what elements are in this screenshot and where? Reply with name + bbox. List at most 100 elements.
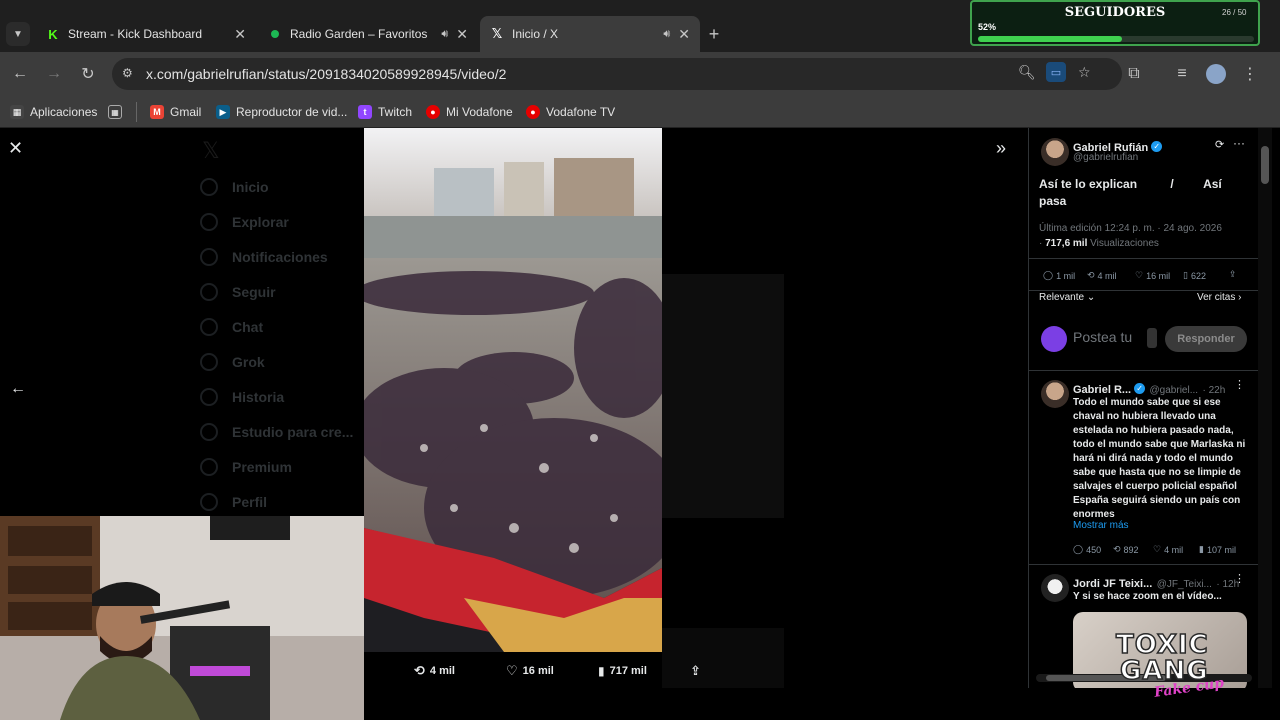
bookmark-video-player[interactable]: ▶ Reproductor de vid... — [216, 102, 347, 122]
close-tab-icon[interactable]: ✕ — [234, 26, 246, 43]
author-avatar[interactable] — [1041, 138, 1069, 166]
bookmark-mi-vodafone[interactable]: ● Mi Vodafone — [426, 102, 513, 122]
scrollbar[interactable] — [1258, 128, 1272, 688]
more-options-icon[interactable]: ⋮ — [1234, 572, 1245, 585]
tab-title: Inicio / X — [512, 27, 559, 41]
views-count: 107 mil — [1206, 544, 1236, 555]
tab-radio-garden[interactable]: Radio Garden – Favoritos 🔊︎ ✕ — [258, 16, 478, 52]
quotes-link[interactable]: Ver citas › — [1197, 292, 1241, 303]
bookmark-button[interactable]: ▯ 622 — [1183, 270, 1206, 281]
tweet-text-line: pasa — [1039, 194, 1067, 208]
reload-icon[interactable]: ↻ — [76, 62, 100, 86]
show-more-link[interactable]: Mostrar más — [1073, 520, 1129, 531]
reply-button[interactable]: ◯ 450 — [1073, 544, 1101, 555]
gif-icon[interactable] — [1147, 328, 1157, 348]
profile-icon — [200, 493, 218, 511]
like-button[interactable]: ♡ 16 mil — [1135, 270, 1170, 281]
profile-avatar-icon[interactable] — [1204, 62, 1228, 86]
bar-chart-icon: ▮ — [598, 664, 605, 678]
tweet-text: Así te lo explican / Así pasa — [1039, 176, 1249, 210]
reply-button[interactable]: Responder — [1165, 326, 1247, 352]
reply-author[interactable]: Jordi JF Teixi... — [1073, 578, 1152, 590]
reply-compose-input[interactable]: Postea tu — [1073, 329, 1132, 345]
share-button[interactable]: ⇪ — [1229, 269, 1237, 280]
bookmark-grid[interactable]: ▦ — [108, 102, 128, 122]
bookmark-vodafone-tv[interactable]: ● Vodafone TV — [526, 102, 615, 122]
chevron-right-icon: › — [1238, 292, 1242, 303]
radio-garden-icon — [268, 27, 282, 41]
more-options-icon[interactable]: ··· — [1233, 136, 1245, 150]
share-button[interactable]: ⇪ — [690, 663, 701, 679]
reply-avatar[interactable] — [1041, 574, 1069, 602]
toxic-gang-logo: TOXIC GANG Fake cup — [1112, 631, 1232, 712]
grok-icon[interactable]: ⟳ — [1215, 138, 1224, 151]
search-icon — [200, 213, 218, 231]
video-player-icon: ▶ — [216, 105, 230, 119]
reply-author[interactable]: Gabriel R... — [1073, 384, 1131, 396]
bookmark-apps[interactable]: ▦ Aplicaciones — [10, 102, 97, 122]
kick-icon: K — [48, 26, 58, 42]
scrollbar-thumb[interactable] — [1261, 146, 1269, 184]
views-button[interactable]: ▮ 107 mil — [1199, 544, 1236, 555]
dimmed-media-preview — [662, 274, 784, 518]
site-info-icon[interactable]: ⚙ — [122, 66, 133, 80]
divider — [1029, 290, 1258, 291]
reply-avatar[interactable] — [1041, 380, 1069, 408]
nav-label: Perfil — [232, 494, 268, 510]
grid-icon: ▦ — [108, 105, 122, 119]
edited-timestamp[interactable]: Última edición 12:24 p. m. · 24 ago. 202… — [1039, 223, 1222, 234]
reply-button[interactable]: ◯ 1 mil — [1043, 270, 1075, 281]
previous-arrow-icon[interactable]: ← — [10, 380, 26, 398]
cast-icon[interactable]: ▭ — [1046, 62, 1066, 82]
reply-icon: ◯ — [1073, 544, 1084, 554]
views-button[interactable]: ▮ 717 mil — [598, 664, 647, 678]
bookmark-label: Aplicaciones — [30, 105, 98, 119]
nav-follow: Seguir — [200, 283, 276, 301]
nav-label: Chat — [232, 319, 264, 335]
views-label: Visualizaciones — [1090, 238, 1159, 249]
retweet-button[interactable]: ⟲ 4 mil — [414, 663, 455, 679]
bell-icon — [200, 248, 218, 266]
video-action-bar: ⟲ 4 mil ♡ 16 mil ▮ 717 mil ⇪ — [364, 656, 784, 686]
grok-icon — [200, 353, 218, 371]
share-icon: ⇪ — [690, 663, 701, 678]
close-tab-icon[interactable]: ✕ — [456, 26, 468, 43]
verified-badge-icon: ✓ — [1151, 141, 1163, 153]
new-tab-icon[interactable]: + — [702, 22, 726, 46]
extensions-icon[interactable]: ⧉ — [1122, 62, 1146, 86]
tab-kick[interactable]: K Stream - Kick Dashboard ✕ — [36, 16, 256, 52]
bookmark-twitch[interactable]: t Twitch — [358, 102, 412, 122]
back-icon[interactable]: ← — [8, 62, 32, 86]
home-icon — [200, 178, 218, 196]
nav-label: Premium — [232, 459, 292, 475]
bookmark-divider — [136, 102, 137, 122]
tab-search-chevron-icon[interactable]: ▼ — [6, 22, 30, 46]
like-button[interactable]: ♡ 16 mil — [506, 663, 554, 679]
retweet-button[interactable]: ⟲ 892 — [1113, 544, 1139, 555]
sort-dropdown[interactable]: Relevante ⌄ — [1039, 292, 1095, 303]
menu-dots-icon[interactable]: ⋮ — [1238, 62, 1262, 86]
speaker-icon[interactable]: 🔊︎ — [663, 28, 670, 41]
bookmark-gmail[interactable]: M Gmail — [150, 102, 201, 122]
tweet-text-line: Así — [1203, 177, 1222, 191]
retweet-icon: ⟲ — [414, 663, 425, 678]
forward-icon[interactable]: → — [42, 62, 66, 86]
video-frame — [364, 128, 662, 652]
close-tab-icon[interactable]: ✕ — [678, 26, 690, 43]
speaker-icon[interactable]: 🔊︎ — [441, 28, 448, 41]
media-queue-icon[interactable]: ≡ — [1170, 62, 1194, 86]
bookmark-star-icon[interactable]: ☆ — [1078, 64, 1091, 81]
tab-x-home[interactable]: 𝕏 Inicio / X 🔊︎ ✕ — [480, 16, 700, 52]
more-options-icon[interactable]: ⋮ — [1234, 378, 1245, 391]
tab-title: Stream - Kick Dashboard — [68, 27, 203, 41]
like-button[interactable]: ♡ 4 mil — [1153, 544, 1183, 555]
retweet-button[interactable]: ⟲ 4 mil — [1087, 270, 1117, 281]
like-count: 4 mil — [1164, 544, 1184, 555]
collapse-panel-icon[interactable]: » — [996, 138, 1006, 159]
user-avatar[interactable] — [1041, 326, 1067, 352]
reply-handle: @JF_Teixi... — [1156, 579, 1212, 590]
video-player[interactable] — [364, 128, 662, 652]
address-bar[interactable]: ⚙ x.com/gabrielrufian/status/20918340205… — [112, 58, 1122, 90]
close-icon[interactable]: ✕ — [8, 138, 23, 159]
zoom-icon[interactable]: 🔍︎ — [1018, 64, 1036, 81]
